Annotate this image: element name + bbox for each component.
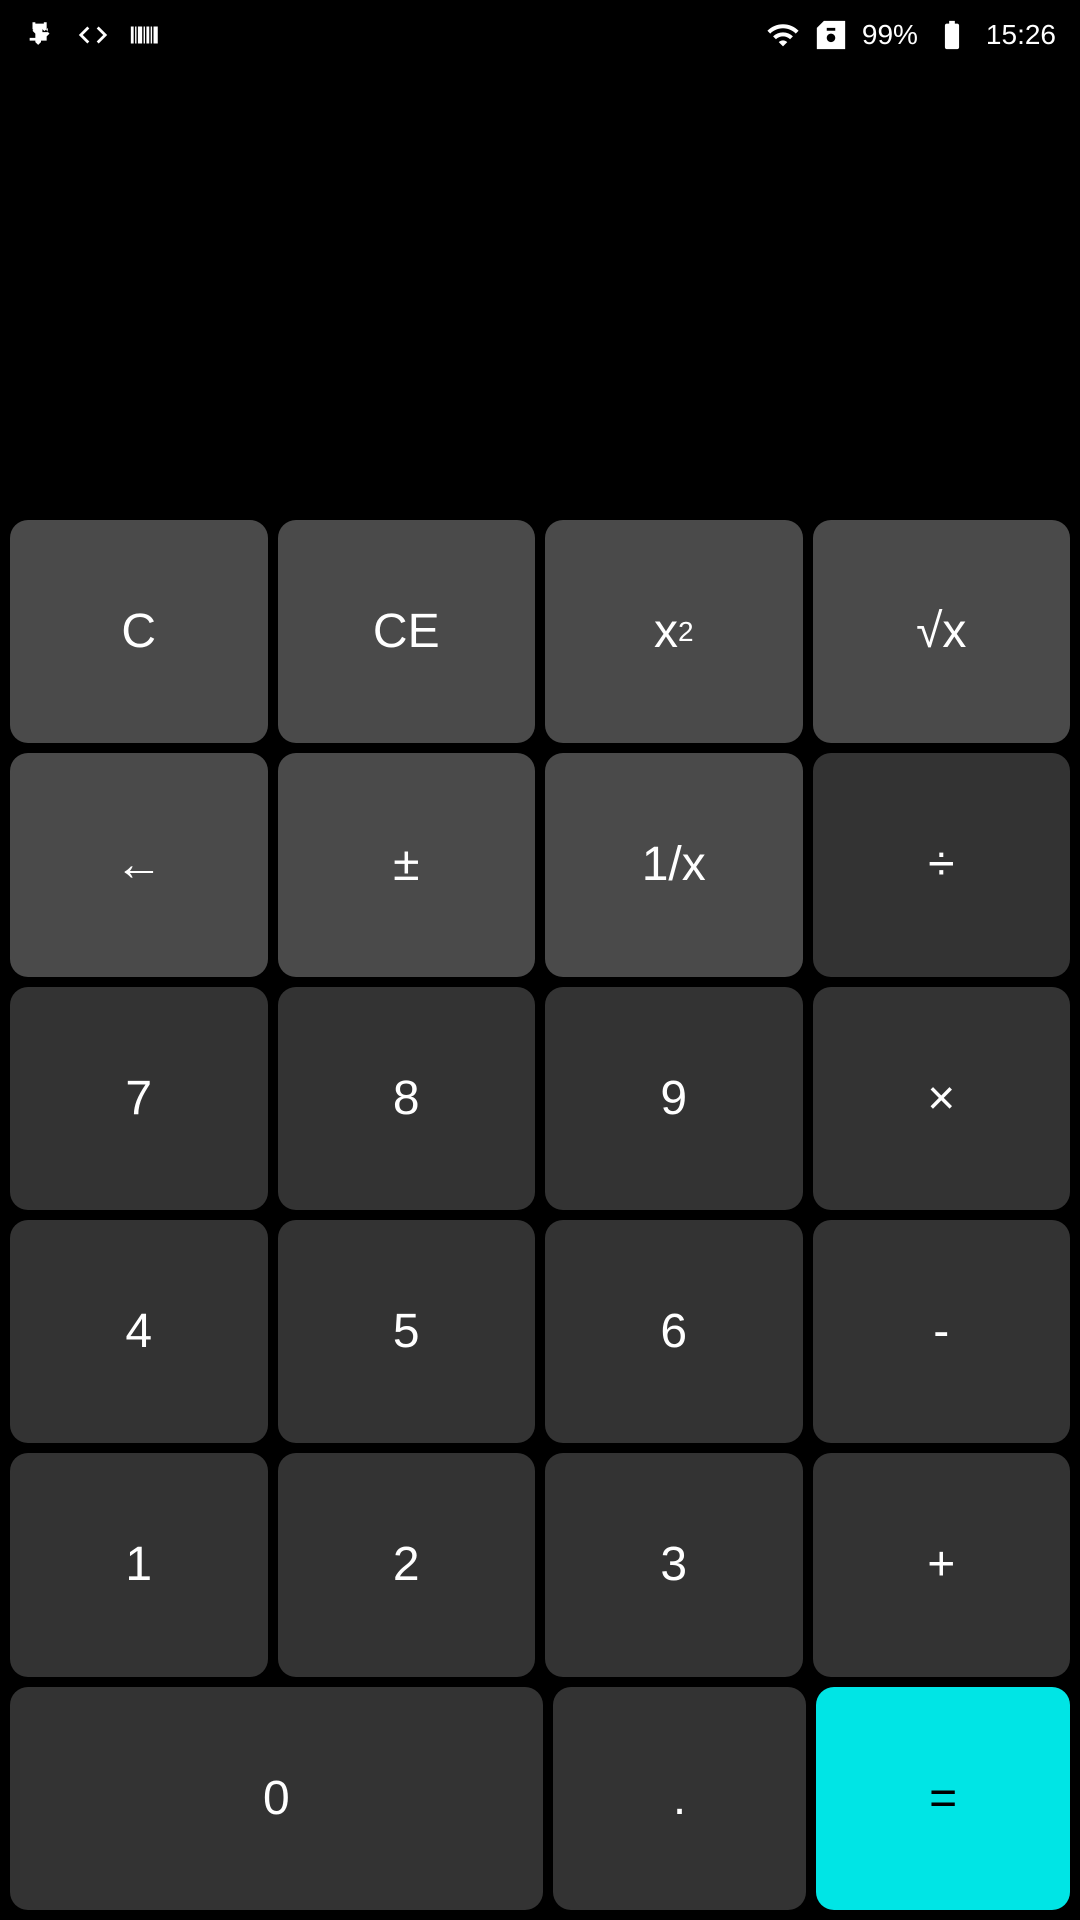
key-row-4: 4 5 6 -	[10, 1220, 1070, 1443]
btn-0[interactable]: 0	[10, 1687, 543, 1910]
key-row-6: 0 . =	[10, 1687, 1070, 1910]
btn-7[interactable]: 7	[10, 987, 268, 1210]
btn-divide[interactable]: ÷	[813, 753, 1071, 976]
clock-time: 15:26	[986, 19, 1056, 51]
barcode-icon	[128, 18, 162, 52]
btn-6[interactable]: 6	[545, 1220, 803, 1443]
wifi-icon	[766, 18, 800, 52]
status-left-icons	[24, 18, 162, 52]
status-bar: 99% 15:26	[0, 0, 1080, 70]
btn-plus[interactable]: +	[813, 1453, 1071, 1676]
key-row-2: ← ± 1/x ÷	[10, 753, 1070, 976]
btn-reciprocal[interactable]: 1/x	[545, 753, 803, 976]
battery-percent: 99%	[862, 19, 918, 51]
btn-minus[interactable]: -	[813, 1220, 1071, 1443]
btn-c[interactable]: C	[10, 520, 268, 743]
key-row-3: 7 8 9 ×	[10, 987, 1070, 1210]
battery-icon	[932, 18, 972, 52]
usb-icon	[24, 18, 58, 52]
btn-back[interactable]: ←	[10, 753, 268, 976]
display-area	[0, 70, 1080, 510]
code-icon	[76, 18, 110, 52]
btn-equals[interactable]: =	[816, 1687, 1070, 1910]
btn-5[interactable]: 5	[278, 1220, 536, 1443]
btn-1[interactable]: 1	[10, 1453, 268, 1676]
key-row-5: 1 2 3 +	[10, 1453, 1070, 1676]
btn-4[interactable]: 4	[10, 1220, 268, 1443]
keypad: C CE x2 √x ← ± 1/x ÷ 7 8 9 × 4 5 6 - 1 2…	[0, 510, 1080, 1920]
key-row-1: C CE x2 √x	[10, 520, 1070, 743]
btn-8[interactable]: 8	[278, 987, 536, 1210]
btn-x2[interactable]: x2	[545, 520, 803, 743]
btn-multiply[interactable]: ×	[813, 987, 1071, 1210]
btn-9[interactable]: 9	[545, 987, 803, 1210]
status-right-icons: 99% 15:26	[766, 18, 1056, 52]
sim-icon	[814, 18, 848, 52]
btn-3[interactable]: 3	[545, 1453, 803, 1676]
btn-dot[interactable]: .	[553, 1687, 807, 1910]
btn-plusminus[interactable]: ±	[278, 753, 536, 976]
btn-sqrt[interactable]: √x	[813, 520, 1071, 743]
btn-ce[interactable]: CE	[278, 520, 536, 743]
btn-2[interactable]: 2	[278, 1453, 536, 1676]
